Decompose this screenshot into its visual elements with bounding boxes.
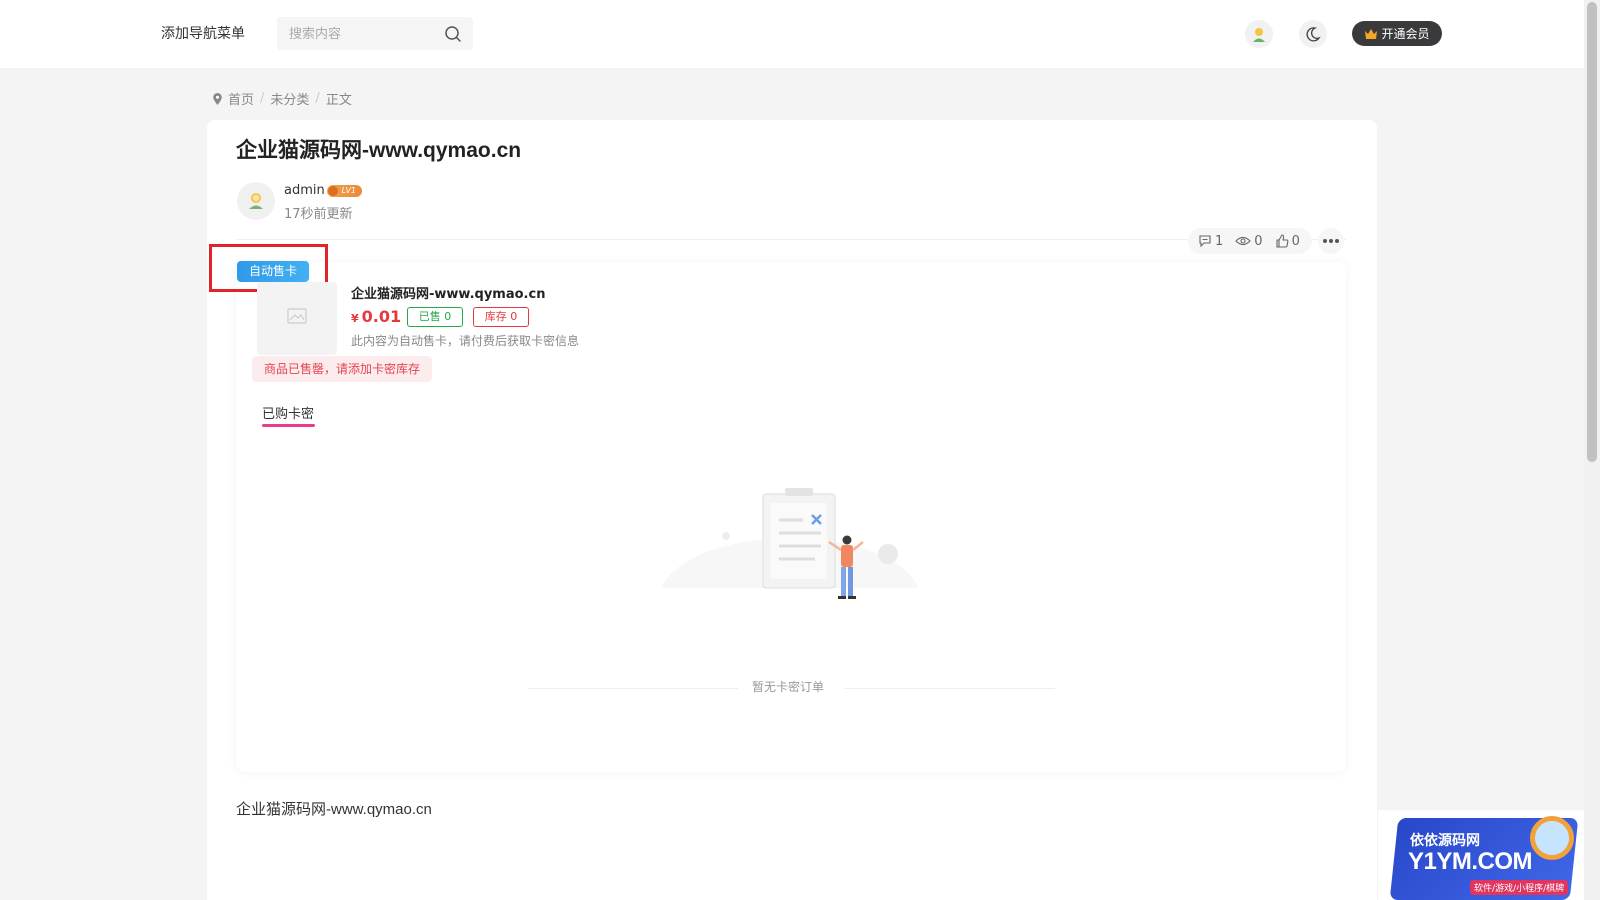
corner-ad-banner[interactable]: 依依源码网 Y1YM.COM 软件/游戏/小程序/棋牌 [1378,810,1584,900]
auto-sell-tag: 自动售卡 [237,261,309,282]
product-thumbnail [257,282,337,355]
user-avatar-icon [1253,28,1265,42]
product-name: 企业猫源码网-www.qymao.cn [351,287,546,302]
moon-icon [1306,27,1321,42]
comment-count-value: 1 [1215,233,1224,249]
magnifier-icon [1530,816,1574,860]
breadcrumb-separator: / [315,91,320,106]
soldout-notice: 商品已售罄，请添加卡密库存 [252,356,432,382]
more-dots-icon [1323,239,1327,243]
more-options-button[interactable] [1318,228,1344,254]
view-count-value: 0 [1254,233,1263,249]
page-title: 企业猫源码网-www.qymao.cn [236,139,522,162]
ad-tagline: 软件/游戏/小程序/棋牌 [1470,880,1569,895]
tab-purchased-cards[interactable]: 已购卡密 [262,403,314,422]
product-description: 此内容为自动售卡，请付费后获取卡密信息 [351,334,580,348]
breadcrumb-home[interactable]: 首页 [228,89,254,108]
image-placeholder-icon [287,308,307,324]
empty-orders-text: 暂无卡密订单 [752,680,825,694]
location-pin-icon [213,92,222,105]
empty-divider-right [845,688,1055,689]
tab-active-indicator [262,424,315,427]
scrollbar-thumb[interactable] [1587,2,1597,462]
product-price: ¥0.01 [351,307,401,326]
price-value: 0.01 [361,307,402,326]
empty-divider-left [528,688,738,689]
level-badge: LV1 [327,185,362,197]
add-nav-menu-link[interactable]: 添加导航菜单 [161,23,245,43]
search-icon[interactable] [444,25,462,43]
open-vip-button[interactable]: 开通会员 [1352,21,1442,46]
author-avatar-icon [249,193,263,209]
price-currency: ¥ [351,312,359,325]
user-avatar-button[interactable] [1245,20,1273,48]
dark-mode-toggle[interactable] [1299,20,1327,48]
breadcrumb-current: 正文 [325,93,352,108]
search-box[interactable] [277,17,473,50]
top-header: 添加导航菜单 开通会员 [0,0,1584,68]
comment-icon [1199,235,1211,248]
stock-count-badge: 库存 0 [473,307,529,327]
crown-icon [1365,28,1378,39]
empty-orders-illustration [655,488,925,628]
meta-divider [236,239,1346,240]
post-stats: 1 0 0 [1188,228,1312,254]
sold-count-badge: 已售 0 [407,307,463,327]
breadcrumb: 首页 / 未分类 / 正文 [213,89,352,108]
vip-label: 开通会员 [1381,27,1430,41]
post-body-text: 企业猫源码网-www.qymao.cn [236,801,432,818]
update-time: 17秒前更新 [284,207,353,222]
eye-icon [1235,236,1252,246]
thumbs-up-icon [1276,234,1288,248]
ad-title: 依依源码网 [1410,833,1480,849]
page-scrollbar[interactable] [1584,0,1600,900]
ad-domain: Y1YM.COM [1408,848,1533,875]
author-name[interactable]: admin [284,183,325,198]
like-count-value: 0 [1291,233,1300,249]
breadcrumb-separator: / [260,91,265,106]
comment-count[interactable]: 1 [1198,234,1223,249]
author-avatar[interactable] [237,182,275,220]
view-count: 0 [1235,233,1263,249]
search-input[interactable] [289,25,439,43]
breadcrumb-category[interactable]: 未分类 [270,89,309,108]
like-button[interactable]: 0 [1275,234,1300,249]
